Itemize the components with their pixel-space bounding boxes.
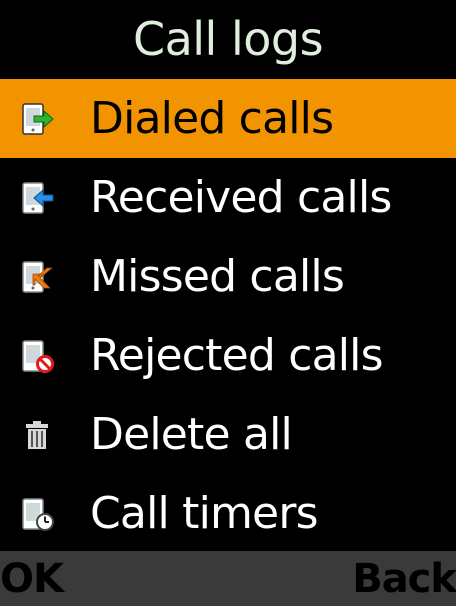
trash-icon (26, 420, 48, 449)
page-title: Call logs (132, 12, 324, 66)
dialed-call-icon (22, 102, 54, 135)
back-softkey[interactable]: Back (352, 559, 456, 599)
menu-item-label: Dialed calls (90, 92, 334, 144)
title-bar: Call logs (0, 0, 456, 76)
menu-item-label: Rejected calls (90, 329, 384, 381)
menu-item-label: Delete all (90, 408, 293, 460)
call-timer-icon (22, 497, 54, 531)
ok-softkey[interactable]: OK (0, 559, 64, 599)
menu-item-call-timers[interactable]: Call timers (0, 474, 456, 553)
received-call-icon (22, 181, 54, 214)
missed-call-icon (22, 260, 54, 293)
menu-item-label: Received calls (90, 171, 392, 223)
menu-item-received-calls[interactable]: Received calls (0, 158, 456, 237)
menu-item-dialed-calls[interactable]: Dialed calls (0, 79, 456, 158)
call-logs-menu: Dialed calls Received calls Missed calls (0, 79, 456, 553)
rejected-call-icon (22, 339, 54, 373)
menu-item-delete-all[interactable]: Delete all (0, 395, 456, 474)
menu-item-missed-calls[interactable]: Missed calls (0, 237, 456, 316)
menu-item-label: Call timers (90, 487, 319, 539)
menu-item-rejected-calls[interactable]: Rejected calls (0, 316, 456, 395)
menu-item-label: Missed calls (90, 250, 345, 302)
call-logs-screen: Call logs Dialed calls Received calls Mi… (0, 0, 456, 606)
softkey-bar: OK Back (0, 551, 456, 606)
